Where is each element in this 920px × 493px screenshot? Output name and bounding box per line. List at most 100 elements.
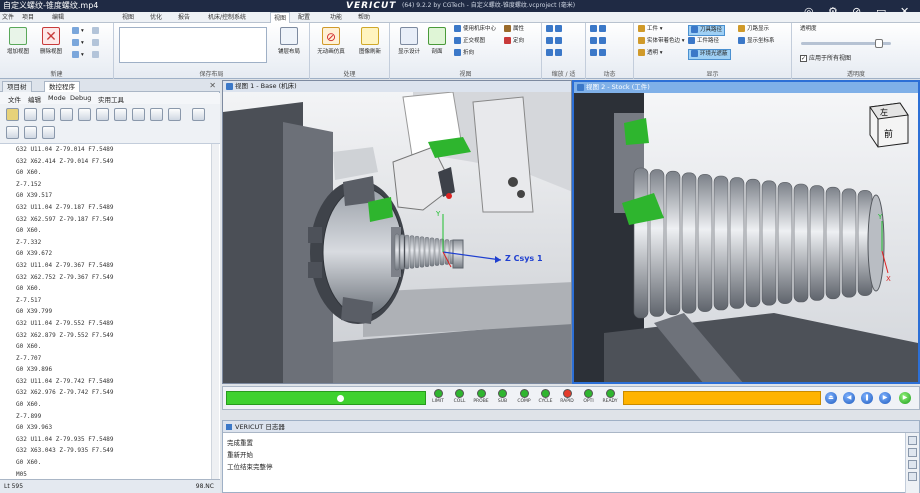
- menu-item[interactable]: 项目: [22, 12, 34, 23]
- zoom-out-icon[interactable]: [546, 37, 564, 46]
- show-axes-toggle[interactable]: 显示坐标系: [738, 37, 775, 46]
- layout-list[interactable]: [119, 27, 267, 63]
- transparency-slider-knob[interactable]: [874, 39, 883, 48]
- panel-menu-item[interactable]: 文件: [8, 94, 21, 104]
- layout-small-3[interactable]: ▾: [72, 51, 84, 60]
- nc-code-listing[interactable]: G32 U11.04 Z-79.014 F7.5489 G32 X62.414 Z…: [0, 144, 220, 479]
- nc-code-line[interactable]: G0 X39.799: [0, 306, 220, 318]
- panel-menu-item[interactable]: Mode: [48, 94, 66, 102]
- nc-code-line[interactable]: Z-7.332: [0, 237, 220, 249]
- nc-code-line[interactable]: G32 X62.597 Z-79.187 F7.549: [0, 214, 220, 226]
- checkbox-box[interactable]: ✓: [800, 55, 807, 62]
- actual-color-dropdown[interactable]: 实体带着色边 ▾: [638, 37, 685, 46]
- nc-code-line[interactable]: M05: [0, 469, 220, 479]
- viewport-stock[interactable]: 视图 2 - Stock (工件) Y X 左 前: [572, 80, 920, 384]
- nc-code-line[interactable]: G0 X39.963: [0, 422, 220, 434]
- nc-code-line[interactable]: G32 U11.04 Z-79.367 F7.5489: [0, 260, 220, 272]
- direction-button[interactable]: 定向: [504, 37, 524, 46]
- menu-item[interactable]: 配置: [298, 12, 310, 23]
- menu-item[interactable]: 功能: [330, 12, 342, 23]
- menu-item[interactable]: 文件: [2, 12, 14, 23]
- nc-code-line[interactable]: Z-7.517: [0, 295, 220, 307]
- nc-code-line[interactable]: G0 X39.896: [0, 364, 220, 376]
- nc-code-line[interactable]: G32 X62.414 Z-79.014 F7.549: [0, 156, 220, 168]
- menu-item[interactable]: 机床/控制系统: [208, 12, 246, 23]
- code-scrollbar[interactable]: [211, 144, 219, 479]
- layout-small-5[interactable]: [92, 39, 101, 48]
- tool-path-toggle[interactable]: 刀具路径: [688, 25, 726, 36]
- nc-code-line[interactable]: G32 U11.04 Z-79.187 F7.5489: [0, 202, 220, 214]
- transparent-dropdown[interactable]: 透明 ▾: [638, 49, 663, 58]
- toolbar-icon-10[interactable]: [168, 108, 181, 121]
- nc-code-line[interactable]: G0 X60.: [0, 399, 220, 411]
- toolbar-icon-14[interactable]: [42, 126, 55, 139]
- menu-item[interactable]: 报告: [178, 12, 190, 23]
- close-panel-icon[interactable]: ✕: [209, 81, 216, 90]
- properties-button[interactable]: 属性: [504, 25, 524, 34]
- binoculars-icon[interactable]: [60, 108, 73, 121]
- layout-small-6[interactable]: [92, 51, 101, 60]
- menu-item[interactable]: 优化: [150, 12, 162, 23]
- toolbar-icon-12[interactable]: [6, 126, 19, 139]
- section-button[interactable]: 剖面: [426, 27, 448, 55]
- nc-code-line[interactable]: Z-7.152: [0, 179, 220, 191]
- nc-code-line[interactable]: G0 X39.672: [0, 248, 220, 260]
- panel-menu-item[interactable]: Debug: [70, 94, 91, 102]
- add-view-button[interactable]: 增加视图: [4, 27, 32, 55]
- progress-knob[interactable]: [336, 395, 344, 402]
- toolbar-icon-1[interactable]: [6, 108, 19, 121]
- nc-code-line[interactable]: G0 X60.: [0, 341, 220, 353]
- simulation-speed-bar[interactable]: [623, 391, 821, 405]
- cut-display-toggle[interactable]: 刀路显示: [738, 25, 769, 34]
- nc-code-line[interactable]: G32 U11.04 Z-79.014 F7.5489: [0, 144, 220, 156]
- nc-code-line[interactable]: Z-7.899: [0, 411, 220, 423]
- workpiece-path-toggle[interactable]: 工件路径: [688, 37, 719, 46]
- nc-code-line[interactable]: G0 X60.: [0, 225, 220, 237]
- columns-icon[interactable]: [114, 108, 127, 121]
- layout-small-2[interactable]: ▾: [72, 39, 84, 48]
- toolbar-icon-11[interactable]: [192, 108, 205, 121]
- panel-menu-item[interactable]: 实用工具: [98, 94, 124, 104]
- inactive-simulation-button[interactable]: ⊘ 无动画仿真: [314, 27, 348, 55]
- apply-all-checkbox[interactable]: ✓ 应用于所有视图: [800, 53, 851, 62]
- display-design-button[interactable]: 显示设计: [394, 27, 424, 55]
- nc-code-line[interactable]: G0 X60.: [0, 167, 220, 179]
- reset-model-icon[interactable]: ⏏: [825, 392, 837, 404]
- tab-nc-program[interactable]: 数控程序: [44, 81, 80, 92]
- layout-small-4[interactable]: [92, 27, 101, 36]
- toolbar-icon-13[interactable]: [24, 126, 37, 139]
- nc-code-line[interactable]: G32 U11.04 Z-79.742 F7.5489: [0, 376, 220, 388]
- transparency-slider[interactable]: [801, 39, 891, 48]
- toolbar-icon-9[interactable]: [150, 108, 163, 121]
- nc-code-line[interactable]: G32 U11.04 Z-79.552 F7.5489: [0, 318, 220, 330]
- nc-code-line[interactable]: G0 X39.517: [0, 190, 220, 202]
- pause-icon[interactable]: ❚: [861, 392, 873, 404]
- log-print-icon[interactable]: [908, 472, 917, 481]
- ambient-light-toggle[interactable]: 环境光遮蔽: [688, 49, 731, 60]
- toolbar-icon-2[interactable]: [24, 108, 37, 121]
- step-icon[interactable]: ▶: [879, 392, 891, 404]
- view-cube[interactable]: 左 前: [869, 102, 909, 148]
- menu-item[interactable]: 视图: [122, 12, 134, 23]
- layout-small-1[interactable]: ▾: [72, 27, 84, 36]
- menu-item[interactable]: 编辑: [52, 12, 64, 23]
- motion-icon-1[interactable]: [590, 25, 608, 34]
- save-layout-button[interactable]: 铺层布局: [274, 27, 304, 55]
- nc-code-line[interactable]: G0 X60.: [0, 283, 220, 295]
- nc-code-line[interactable]: G32 X62.976 Z-79.742 F7.549: [0, 387, 220, 399]
- play-to-end-icon[interactable]: ▶: [899, 392, 911, 404]
- zoom-in-icon[interactable]: [546, 25, 564, 34]
- rewind-icon[interactable]: ◀: [843, 392, 855, 404]
- print-icon[interactable]: [96, 108, 109, 121]
- menu-item[interactable]: 帮助: [358, 12, 370, 23]
- motion-icon-3[interactable]: [590, 49, 608, 58]
- nc-code-line[interactable]: Z-7.707: [0, 353, 220, 365]
- image-refresh-button[interactable]: 图像刷新: [354, 27, 386, 55]
- delete-view-button[interactable]: ✕ 删除视图: [36, 27, 66, 55]
- machine-center-button[interactable]: 使用机床中心: [454, 25, 496, 34]
- toolbar-icon-8[interactable]: [132, 108, 145, 121]
- log-save-icon[interactable]: [908, 448, 917, 457]
- log-clear-icon[interactable]: [908, 436, 917, 445]
- nc-code-line[interactable]: G0 X60.: [0, 457, 220, 469]
- simulation-progress-bar[interactable]: [226, 391, 426, 405]
